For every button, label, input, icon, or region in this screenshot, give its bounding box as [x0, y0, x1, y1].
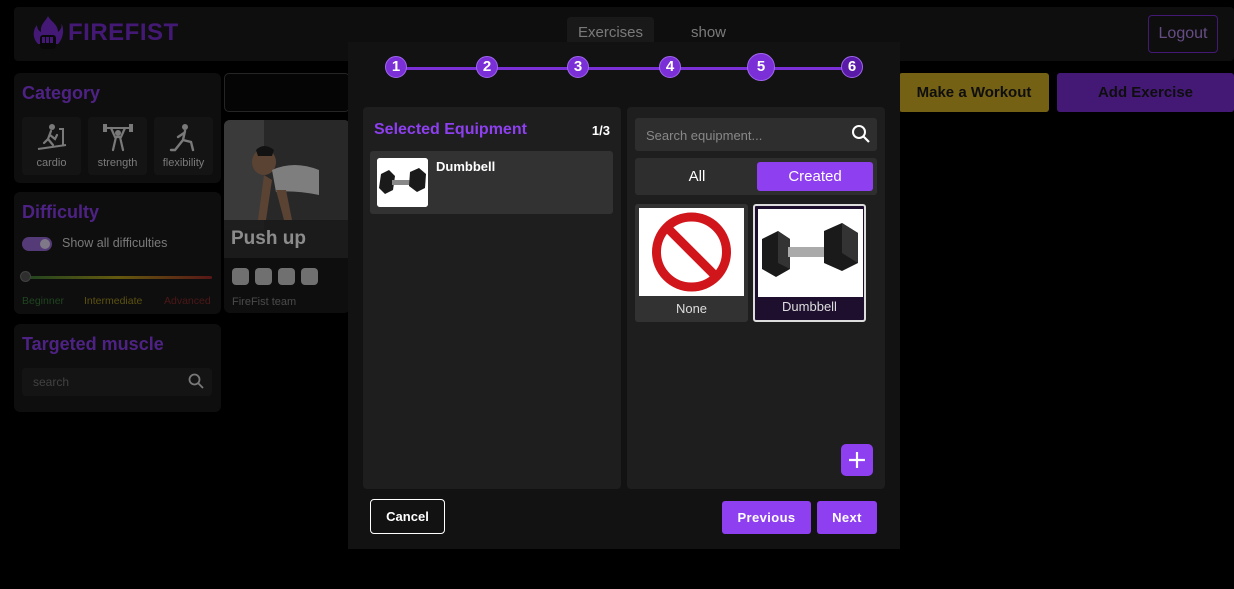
- selected-equipment-item[interactable]: Dumbbell: [370, 151, 613, 214]
- add-exercise-modal: 1 2 3 4 5 6 Selected Equipment 1/3 Dumbb…: [348, 42, 900, 549]
- filter-created-button[interactable]: Created: [757, 162, 873, 191]
- equipment-search-input[interactable]: Search equipment...: [635, 118, 877, 151]
- cancel-button[interactable]: Cancel: [370, 499, 445, 534]
- selected-equipment-title: Selected Equipment: [374, 121, 527, 138]
- equipment-filter-bar: All Created: [635, 158, 877, 195]
- step-4[interactable]: 4: [659, 56, 681, 78]
- step-1[interactable]: 1: [385, 56, 407, 78]
- equipment-picker-pane: Search equipment... All Created None Dum…: [627, 107, 885, 489]
- add-equipment-button[interactable]: [841, 444, 873, 476]
- step-3[interactable]: 3: [567, 56, 589, 78]
- selected-equipment-pane: Selected Equipment 1/3 Dumbbell: [363, 107, 621, 489]
- dumbbell-icon: [758, 209, 863, 297]
- equipment-item-none[interactable]: None: [635, 204, 748, 322]
- equipment-item-label: Dumbbell: [782, 299, 837, 314]
- filter-all-button[interactable]: All: [639, 162, 755, 191]
- equipment-item-label: None: [675, 301, 708, 316]
- previous-button[interactable]: Previous: [722, 501, 811, 534]
- equipment-search-placeholder: Search equipment...: [646, 128, 763, 143]
- stepper-line: [396, 67, 852, 70]
- plus-icon: [849, 452, 865, 468]
- search-icon[interactable]: [851, 124, 871, 144]
- none-icon: [639, 208, 744, 296]
- dumbbell-icon: [377, 158, 428, 207]
- step-6[interactable]: 6: [841, 56, 863, 78]
- selected-equipment-count: 1/3: [591, 123, 610, 138]
- selected-equipment-name: Dumbbell: [436, 159, 496, 174]
- step-5[interactable]: 5: [747, 53, 775, 81]
- next-button[interactable]: Next: [817, 501, 877, 534]
- equipment-item-dumbbell[interactable]: Dumbbell: [753, 204, 866, 322]
- step-2[interactable]: 2: [476, 56, 498, 78]
